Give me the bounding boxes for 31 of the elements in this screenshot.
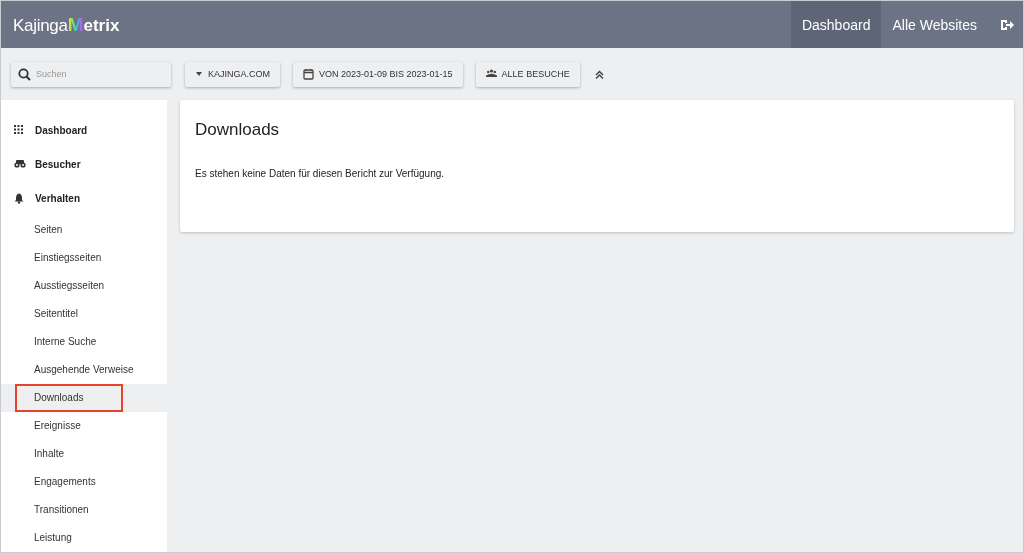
nav-link[interactable]: Alle Websites	[881, 1, 988, 48]
search-icon	[18, 67, 31, 81]
sidebar-item[interactable]: Ausstiegsseiten	[15, 272, 124, 299]
calendar-icon	[303, 68, 314, 80]
binoculars-icon	[14, 159, 26, 171]
filter-button[interactable]: ALLE BESUCHE	[475, 61, 580, 87]
sidebar-item[interactable]: Verhalten	[1, 181, 167, 216]
sidebar-item[interactable]: Seiten	[15, 216, 82, 243]
sidebar-item[interactable]: Ereignisse	[15, 412, 100, 439]
sidebar-item[interactable]: Besucher	[1, 147, 167, 182]
sidebar-item[interactable]: Interne Suche	[15, 328, 116, 355]
filter-button[interactable]: KAJINGA.COM	[185, 61, 280, 87]
search-field[interactable]: Suchen	[11, 61, 171, 87]
sidebar-item[interactable]: Transitionen	[15, 496, 108, 523]
sidebar-item[interactable]: Ausgehende Verweise	[15, 356, 153, 383]
report-title: Downloads	[195, 120, 281, 140]
caret-icon	[195, 70, 203, 78]
sidebar-item[interactable]: Dashboard	[1, 114, 167, 148]
sidebar-item[interactable]: Einstiegsseiten	[15, 244, 121, 271]
sidebar-item[interactable]: Engagements	[15, 468, 115, 495]
group-icon	[485, 68, 497, 80]
nav-link[interactable]: Dashboard	[790, 1, 882, 48]
empty-message: Es stehen keine Daten für diesen Bericht zur Verfügung.	[195, 168, 446, 179]
logo: KajingaMetrix	[12, 13, 120, 36]
grid-icon	[14, 125, 26, 137]
filter-button[interactable]: VON 2023-01-09 BIS 2023-01-15	[293, 61, 463, 87]
sidebar-item[interactable]: Downloads	[15, 383, 123, 412]
bell-icon	[14, 192, 26, 204]
sidebar-item[interactable]: Seitentitel	[15, 300, 97, 327]
sidebar-item[interactable]: Leistung	[15, 524, 91, 551]
sidebar-item[interactable]: Inhalte	[15, 440, 84, 467]
